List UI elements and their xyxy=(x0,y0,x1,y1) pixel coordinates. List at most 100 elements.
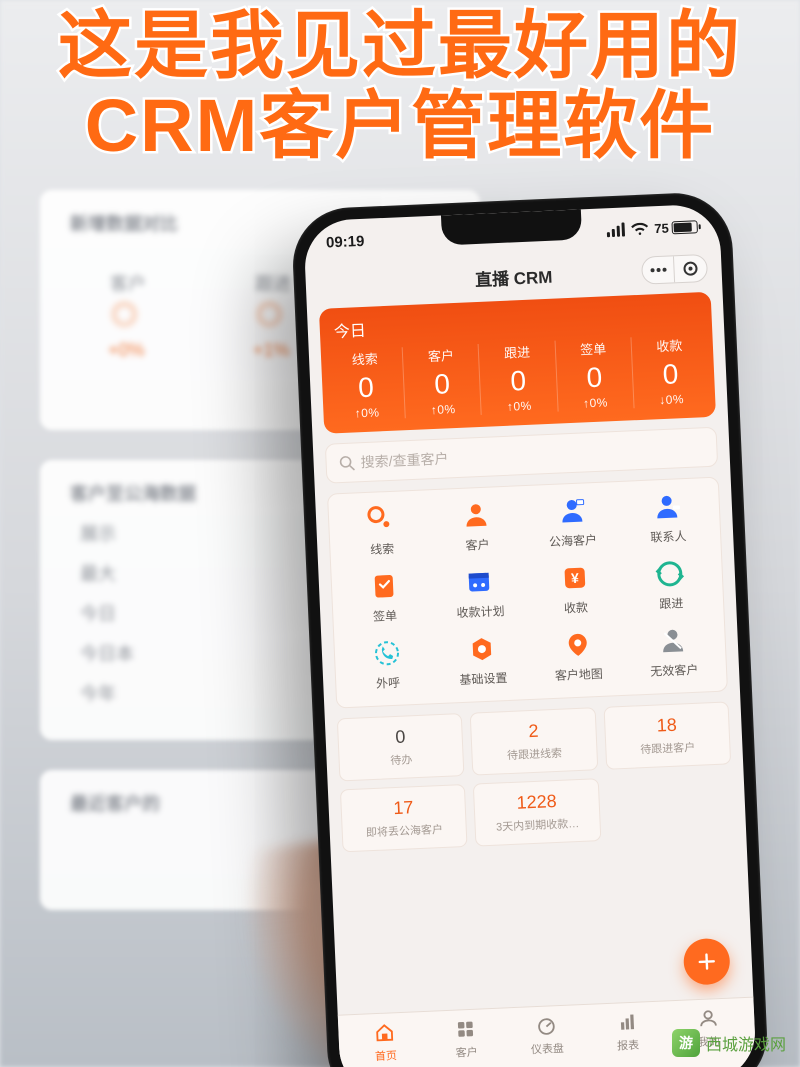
customer-icon xyxy=(461,500,492,531)
summary-cell-value: 0 xyxy=(556,360,633,395)
summary-cell-label: 收款 xyxy=(631,334,707,356)
summary-cell-label: 签单 xyxy=(555,337,631,359)
todo-value: 1228 xyxy=(481,789,593,815)
tab-customer[interactable]: 客户 xyxy=(425,1016,508,1067)
watermark-logo-icon: 游 xyxy=(672,1029,700,1057)
phone-screen: 09:19 75 直播 CRM 今日 线索0↑0%客户0↑0%跟进0↑0%签单0… xyxy=(303,203,757,1067)
bg-col1-delta: +0% xyxy=(108,340,145,361)
tab-home[interactable]: 首页 xyxy=(344,1020,427,1067)
app-item-label: 无效客户 xyxy=(650,661,699,680)
tab-report[interactable]: 报表 xyxy=(586,1009,669,1063)
fab-add-button[interactable] xyxy=(683,938,731,986)
summary-cell-收款[interactable]: 收款0↓0% xyxy=(630,334,709,408)
bg-col2-delta: +1% xyxy=(253,340,290,361)
app-item-label: 基础设置 xyxy=(459,669,508,688)
search-icon xyxy=(338,454,355,471)
outcall-icon xyxy=(371,638,402,669)
app-item-leads[interactable]: 线索 xyxy=(333,502,431,559)
summary-cell-value: 0 xyxy=(480,364,557,399)
summary-cell-label: 客户 xyxy=(403,344,479,366)
todo-card[interactable]: 0待办 xyxy=(337,713,465,781)
todo-value: 17 xyxy=(347,795,459,821)
headline-overlay: 这是我见过最好用的 CRM客户管理软件 xyxy=(0,0,800,166)
bg-col2: 跟进 xyxy=(255,270,291,296)
todo-card[interactable]: 17即将丢公海客户 xyxy=(340,784,468,852)
signal-icon xyxy=(606,222,625,237)
tab-label: 仪表盘 xyxy=(531,1040,565,1057)
summary-cell-delta: ↑0% xyxy=(558,394,634,411)
follow-icon xyxy=(654,558,685,589)
settings-icon xyxy=(467,633,498,664)
pay-plan-icon xyxy=(464,567,495,598)
app-item-customer[interactable]: 客户 xyxy=(428,498,526,555)
summary-cell-签单[interactable]: 签单0↑0% xyxy=(554,337,633,411)
app-item-outcall[interactable]: 外呼 xyxy=(338,636,436,693)
notch xyxy=(441,209,582,245)
app-item-label: 联系人 xyxy=(650,527,687,546)
app-item-label: 公海客户 xyxy=(549,531,598,550)
todo-card[interactable]: 12283天内到期收款… xyxy=(473,778,601,846)
summary-cell-value: 0 xyxy=(632,357,709,392)
todo-label: 待办 xyxy=(345,749,457,770)
miniapp-menu-button[interactable] xyxy=(642,256,675,283)
phone-frame: 09:19 75 直播 CRM 今日 线索0↑0%客户0↑0%跟进0↑0%签单0… xyxy=(291,191,770,1067)
todo-cards: 0待办2待跟进线索18待跟进客户17即将丢公海客户12283天内到期收款… xyxy=(337,701,734,852)
miniapp-close-button[interactable] xyxy=(674,255,707,282)
summary-cell-线索[interactable]: 线索0↑0% xyxy=(327,347,405,421)
app-item-pay-plan[interactable]: 收款计划 xyxy=(431,565,529,622)
summary-cell-label: 线索 xyxy=(327,347,403,369)
app-item-follow[interactable]: 跟进 xyxy=(622,557,720,614)
app-item-contacts[interactable]: 联系人 xyxy=(619,490,717,547)
sign-icon xyxy=(368,571,399,602)
search-placeholder: 搜索/查重客户 xyxy=(360,448,449,472)
search-input[interactable]: 搜索/查重客户 xyxy=(325,427,718,484)
bg-section2-title: 客户至公海数据 xyxy=(70,480,196,506)
summary-cell-delta: ↓0% xyxy=(634,391,710,408)
summary-cell-delta: ↑0% xyxy=(481,398,557,415)
home-tab-icon xyxy=(373,1021,396,1044)
summary-cell-value: 0 xyxy=(404,367,481,402)
summary-cell-delta: ↑0% xyxy=(405,401,481,418)
todo-value: 18 xyxy=(611,713,723,739)
contacts-icon xyxy=(651,491,682,522)
wifi-icon xyxy=(630,222,649,236)
app-item-invalid[interactable]: 无效客户 xyxy=(625,624,723,681)
app-item-sign[interactable]: 签单 xyxy=(335,569,433,626)
svg-text:¥: ¥ xyxy=(570,570,579,586)
app-item-label: 收款 xyxy=(564,598,589,616)
leads-icon xyxy=(365,504,396,535)
dashboard-tab-icon xyxy=(535,1014,558,1037)
app-item-label: 外呼 xyxy=(376,674,401,692)
summary-cell-label: 跟进 xyxy=(479,341,555,363)
app-item-cust-map[interactable]: 客户地图 xyxy=(529,628,627,685)
todo-label: 待跟进线索 xyxy=(479,743,591,764)
todo-label: 3天内到期收款… xyxy=(482,814,594,835)
watermark: 游 西城游戏网 xyxy=(672,1029,786,1057)
app-grid: 线索 客户公海客户 联系人签单 收款计划 ¥ 收款 跟进外呼 基础设置 客户地图 无效客户 xyxy=(327,477,728,709)
me-tab-icon xyxy=(696,1007,719,1030)
todo-card[interactable]: 18待跟进客户 xyxy=(603,701,731,769)
todo-label: 即将丢公海客户 xyxy=(348,820,460,841)
tab-dashboard[interactable]: 仪表盘 xyxy=(506,1013,589,1067)
todo-value: 0 xyxy=(344,724,456,750)
tab-label: 客户 xyxy=(455,1044,478,1061)
bg-section1-title: 新增数据对比 xyxy=(70,210,178,236)
summary-cell-客户[interactable]: 客户0↑0% xyxy=(402,344,481,418)
app-item-sea-customer[interactable]: 公海客户 xyxy=(523,494,621,551)
app-item-label: 签单 xyxy=(373,607,398,625)
app-item-pay[interactable]: ¥ 收款 xyxy=(526,561,624,618)
app-item-label: 客户地图 xyxy=(554,665,603,684)
todo-value: 2 xyxy=(477,719,589,745)
cust-map-icon xyxy=(562,629,593,660)
app-item-label: 跟进 xyxy=(659,594,684,612)
summary-cell-value: 0 xyxy=(328,370,405,405)
customer-tab-icon xyxy=(454,1018,477,1041)
sea-customer-icon xyxy=(556,495,587,526)
app-item-settings[interactable]: 基础设置 xyxy=(434,632,532,689)
app-item-label: 线索 xyxy=(370,540,395,558)
today-summary-card[interactable]: 今日 线索0↑0%客户0↑0%跟进0↑0%签单0↑0%收款0↓0% xyxy=(319,292,716,434)
todo-card[interactable]: 2待跟进线索 xyxy=(470,707,598,775)
summary-cell-跟进[interactable]: 跟进0↑0% xyxy=(478,341,557,415)
todo-label: 待跟进客户 xyxy=(612,738,724,759)
watermark-text: 西城游戏网 xyxy=(706,1031,786,1055)
